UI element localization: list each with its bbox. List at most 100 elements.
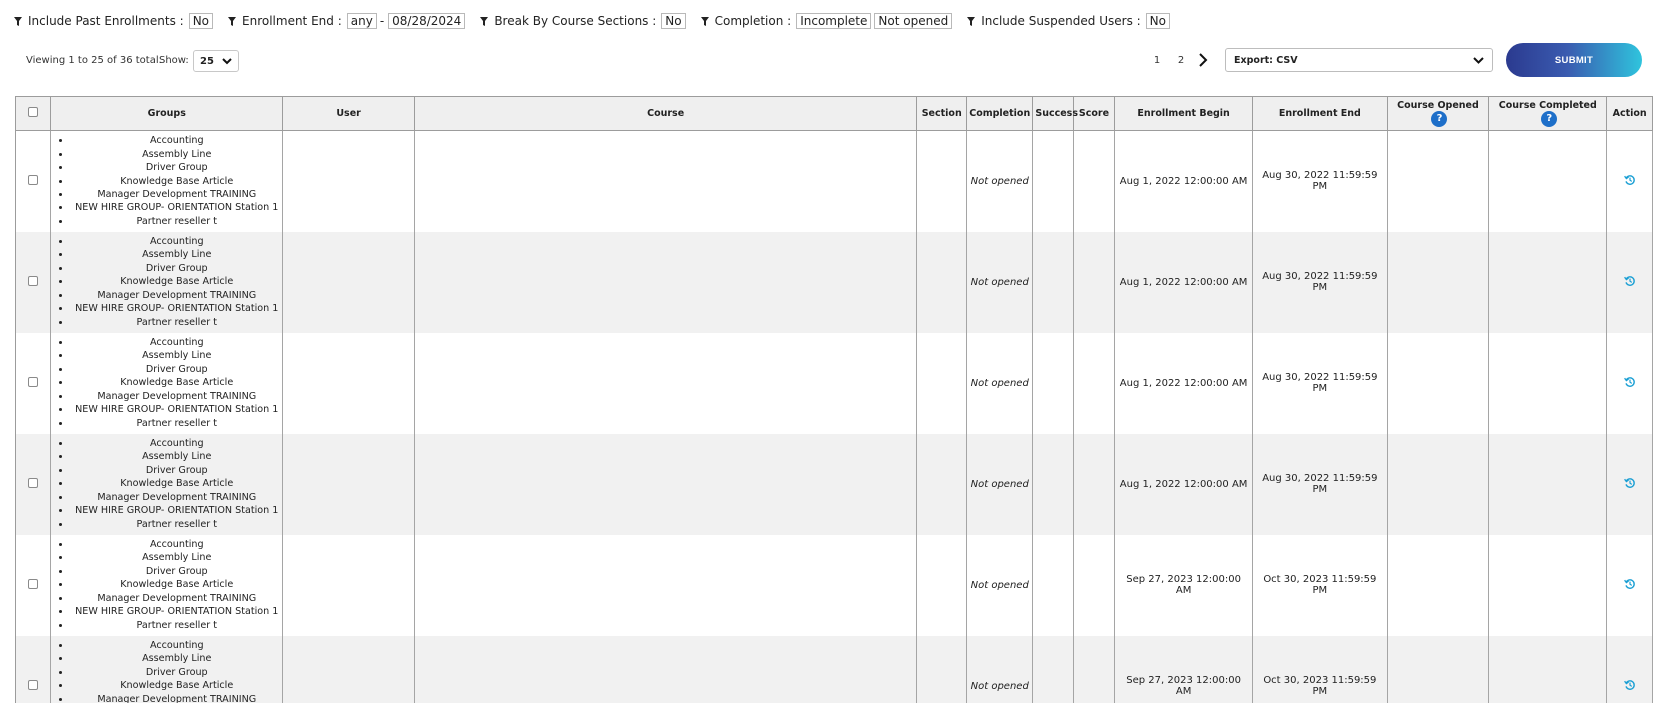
- report-table: Groups User Course Section Completion Su…: [15, 96, 1653, 703]
- row-checkbox[interactable]: [28, 174, 39, 185]
- group-item: Knowledge Base Article: [71, 275, 282, 288]
- chevron-down-icon: [1473, 56, 1484, 64]
- filter-value[interactable]: No: [1145, 13, 1170, 29]
- section-cell: [916, 231, 968, 333]
- course-completed-cell: [1488, 130, 1608, 232]
- column-header-course[interactable]: Course: [413, 96, 918, 131]
- group-item: Partner reseller t: [71, 417, 282, 430]
- row-select-cell[interactable]: [15, 433, 52, 535]
- group-item: Driver Group: [71, 565, 282, 578]
- filter-include-past-enrollments[interactable]: Include Past Enrollments : No: [14, 13, 214, 29]
- row-select-cell[interactable]: [15, 231, 52, 333]
- row-select-cell[interactable]: [15, 534, 52, 636]
- page-size-select[interactable]: 25: [193, 50, 239, 72]
- row-checkbox[interactable]: [28, 679, 39, 690]
- row-checkbox[interactable]: [28, 376, 39, 387]
- completion-cell: Not opened: [966, 635, 1034, 703]
- history-reset-icon[interactable]: [1623, 578, 1636, 590]
- group-item: Knowledge Base Article: [71, 679, 282, 692]
- action-cell: [1606, 433, 1653, 535]
- group-item: Partner reseller t: [71, 316, 282, 329]
- row-checkbox[interactable]: [28, 578, 39, 589]
- success-cell: [1032, 332, 1074, 434]
- history-reset-icon[interactable]: [1623, 376, 1636, 388]
- table-row: Accounting Assembly Line Driver Group Kn…: [15, 433, 1653, 535]
- filter-funnel-icon: [228, 16, 237, 26]
- history-reset-icon[interactable]: [1623, 679, 1636, 691]
- filter-value[interactable]: Not opened: [874, 13, 953, 29]
- filter-value[interactable]: No: [661, 13, 686, 29]
- column-header-enrollment-end[interactable]: Enrollment End: [1252, 96, 1388, 131]
- help-icon[interactable]: ?: [1541, 111, 1558, 127]
- table-row: Accounting Assembly Line Driver Group Kn…: [15, 130, 1653, 232]
- filter-completion[interactable]: Completion : Incomplete Not opened: [700, 13, 954, 29]
- filter-value-from[interactable]: any: [346, 13, 377, 29]
- export-select[interactable]: Export: CSV: [1225, 48, 1493, 72]
- select-all-header[interactable]: [15, 96, 52, 131]
- history-reset-icon[interactable]: [1623, 477, 1636, 489]
- course-completed-cell: [1488, 231, 1608, 333]
- enrollment-begin-cell: Aug 1, 2022 12:00:00 AM: [1114, 433, 1254, 535]
- row-checkbox[interactable]: [28, 275, 39, 286]
- column-header-completion[interactable]: Completion: [966, 96, 1034, 131]
- groups-list: Accounting Assembly Line Driver Group Kn…: [51, 235, 282, 329]
- submit-button[interactable]: SUBMIT: [1506, 43, 1642, 77]
- table-row: Accounting Assembly Line Driver Group Kn…: [15, 534, 1653, 636]
- history-reset-icon[interactable]: [1623, 275, 1636, 287]
- column-header-user[interactable]: User: [282, 96, 415, 131]
- group-item: NEW HIRE GROUP- ORIENTATION Station 1: [71, 403, 282, 416]
- group-item: Driver Group: [71, 262, 282, 275]
- group-item: Assembly Line: [71, 652, 282, 665]
- help-icon[interactable]: ?: [1431, 111, 1448, 127]
- course-cell: [413, 534, 918, 636]
- groups-list: Accounting Assembly Line Driver Group Kn…: [51, 538, 282, 632]
- column-header-enrollment-begin[interactable]: Enrollment Begin: [1114, 96, 1254, 131]
- column-header-course-opened[interactable]: Course Opened?: [1386, 96, 1490, 131]
- page-link-1[interactable]: 1: [1145, 55, 1169, 66]
- group-item: Manager Development TRAINING: [71, 390, 282, 403]
- column-header-success[interactable]: Success: [1032, 96, 1078, 131]
- filter-value[interactable]: Incomplete: [796, 13, 872, 29]
- completion-cell: Not opened: [966, 433, 1034, 535]
- filter-value[interactable]: No: [188, 13, 214, 29]
- table-row: Accounting Assembly Line Driver Group Kn…: [15, 332, 1653, 434]
- select-all-checkbox[interactable]: [28, 107, 39, 117]
- filter-enrollment-end[interactable]: Enrollment End : any - 08/28/2024: [228, 13, 466, 29]
- column-header-section[interactable]: Section: [916, 96, 968, 131]
- course-opened-cell: [1386, 231, 1490, 333]
- course-cell: [413, 231, 918, 333]
- group-item: Manager Development TRAINING: [71, 289, 282, 302]
- enrollment-begin-cell: Aug 1, 2022 12:00:00 AM: [1114, 332, 1254, 434]
- chevron-right-icon[interactable]: [1197, 53, 1209, 67]
- group-item: Assembly Line: [71, 248, 282, 261]
- row-checkbox[interactable]: [28, 477, 39, 488]
- completion-cell: Not opened: [966, 231, 1034, 333]
- row-select-cell[interactable]: [15, 635, 52, 703]
- enrollment-begin-cell: Sep 27, 2023 12:00:00 AM: [1114, 534, 1254, 636]
- score-cell: [1072, 332, 1116, 434]
- enrollment-end-cell: Aug 30, 2022 11:59:59 PM: [1252, 332, 1388, 434]
- column-header-score[interactable]: Score: [1072, 96, 1116, 131]
- export-value: Export: CSV: [1234, 54, 1298, 66]
- enrollment-end-cell: Aug 30, 2022 11:59:59 PM: [1252, 433, 1388, 535]
- group-item: Driver Group: [71, 666, 282, 679]
- group-item: Assembly Line: [71, 551, 282, 564]
- user-cell: [282, 332, 415, 434]
- filter-break-by-course-sections[interactable]: Break By Course Sections : No: [480, 13, 686, 29]
- completion-cell: Not opened: [966, 534, 1034, 636]
- row-select-cell[interactable]: [15, 130, 52, 232]
- column-header-course-completed[interactable]: Course Completed?: [1488, 96, 1608, 131]
- filter-value-to[interactable]: 08/28/2024: [388, 13, 466, 29]
- groups-cell: Accounting Assembly Line Driver Group Kn…: [50, 433, 284, 535]
- chevron-down-icon: [222, 57, 232, 64]
- history-reset-icon[interactable]: [1623, 174, 1636, 186]
- filter-include-suspended-users[interactable]: Include Suspended Users : No: [967, 13, 1171, 29]
- group-item: Manager Development TRAINING: [71, 693, 282, 703]
- enrollment-end-cell: Aug 30, 2022 11:59:59 PM: [1252, 231, 1388, 333]
- page-link-2[interactable]: 2: [1169, 55, 1193, 66]
- row-select-cell[interactable]: [15, 332, 52, 434]
- filter-label: Include Past Enrollments :: [28, 14, 184, 28]
- group-item: Knowledge Base Article: [71, 376, 282, 389]
- group-item: Knowledge Base Article: [71, 578, 282, 591]
- column-header-groups[interactable]: Groups: [50, 96, 284, 131]
